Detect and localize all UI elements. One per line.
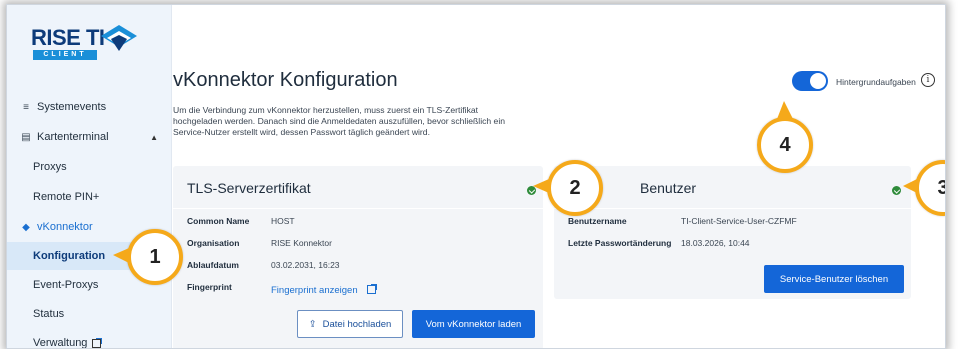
pointer-2 [533, 179, 549, 193]
pointer-3 [903, 179, 917, 193]
app-window: RISE TI CLIENT ≡ Systemevents ▤ Kartente… [6, 4, 946, 349]
pointer-4 [777, 101, 793, 119]
pointer-1 [113, 248, 129, 263]
callout-pointers [113, 101, 917, 263]
